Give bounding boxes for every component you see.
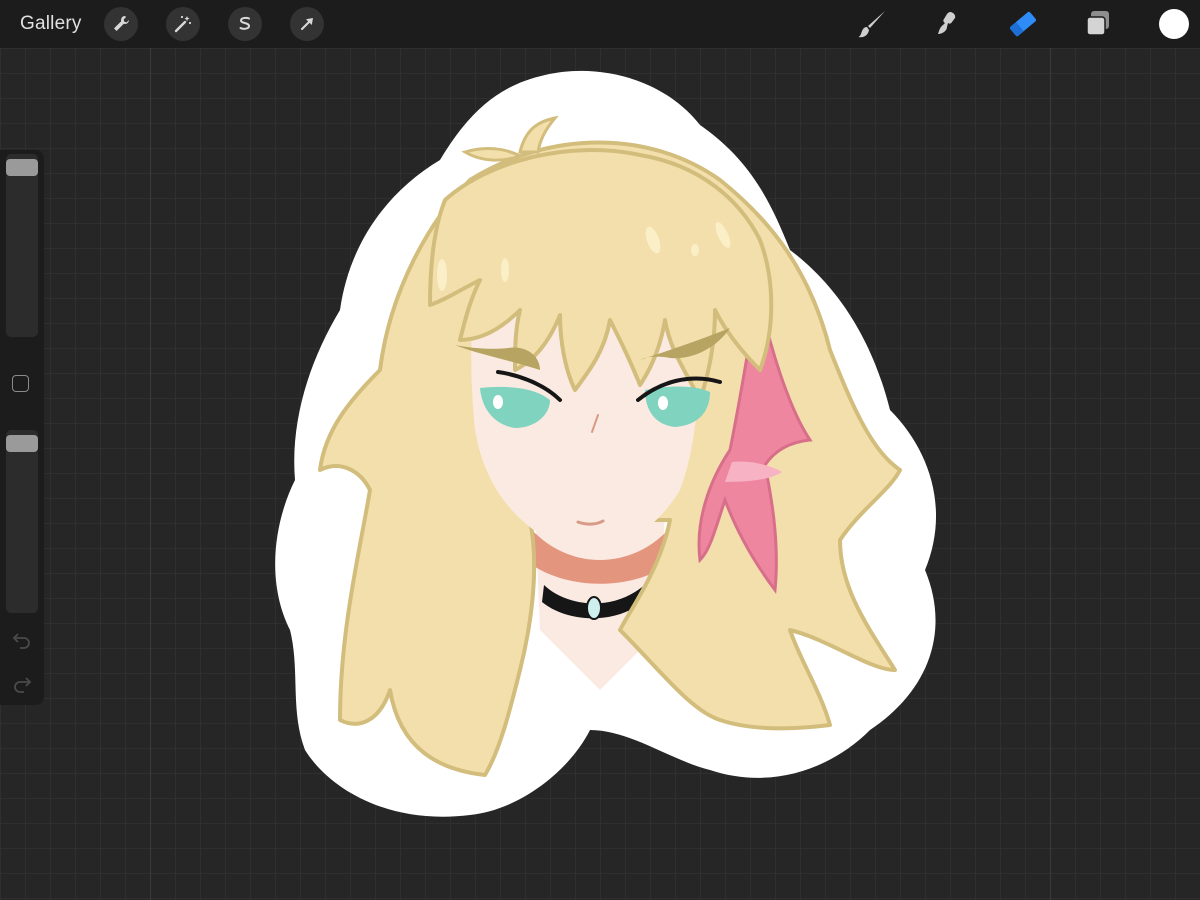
eraser-button[interactable]: [1007, 8, 1039, 40]
transform-button[interactable]: [290, 7, 324, 41]
gallery-button[interactable]: Gallery: [20, 13, 82, 35]
left-sidebar: [0, 150, 44, 705]
wrench-icon: [114, 16, 129, 31]
layers-icon: [1086, 11, 1109, 36]
eye-highlight-right: [658, 396, 668, 410]
magic-wand-icon: [174, 15, 192, 33]
selection-s-icon: [239, 16, 251, 30]
modify-button[interactable]: [12, 375, 29, 392]
undo-icon[interactable]: [11, 628, 33, 650]
redo-icon[interactable]: [11, 672, 33, 694]
smudge-button[interactable]: [931, 8, 963, 40]
choker-gem: [586, 596, 602, 620]
top-toolbar: Gallery: [0, 0, 1200, 48]
eye-highlight-left: [493, 395, 503, 409]
brush-icon: [858, 11, 885, 38]
actions-button[interactable]: [104, 7, 138, 41]
layers-button[interactable]: [1082, 8, 1114, 40]
opacity-slider[interactable]: [6, 430, 38, 613]
canvas-guide-right: [1050, 48, 1051, 900]
brush-size-slider[interactable]: [6, 154, 38, 337]
opacity-handle[interactable]: [6, 434, 38, 452]
smudge-icon: [938, 12, 956, 34]
color-swatch-button[interactable]: [1159, 9, 1189, 39]
brush-button[interactable]: [856, 8, 888, 40]
artwork-sticker[interactable]: [270, 70, 950, 830]
transform-arrow-icon: [301, 18, 313, 30]
selection-button[interactable]: [228, 7, 262, 41]
canvas-guide-left: [150, 48, 151, 900]
eraser-icon: [1010, 11, 1036, 37]
adjustments-button[interactable]: [166, 7, 200, 41]
brush-size-handle[interactable]: [6, 158, 38, 176]
